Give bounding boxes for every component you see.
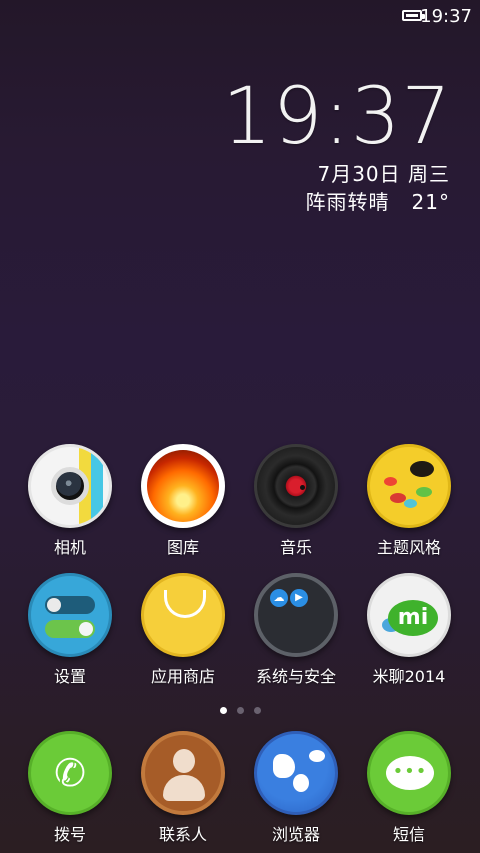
status-time: 19:37 [420, 6, 472, 27]
app-label: 应用商店 [150, 667, 215, 686]
app-store[interactable]: 应用商店 [128, 573, 238, 687]
app-label: 音乐 [279, 538, 312, 557]
sms-icon: ••• [367, 731, 451, 815]
app-theme[interactable]: 主题风格 [354, 444, 464, 558]
store-icon [141, 573, 225, 657]
phone-icon: ✆ [28, 731, 112, 815]
app-label: 相机 [53, 538, 86, 557]
page-indicator [0, 699, 480, 718]
app-gallery[interactable]: 图库 [128, 444, 238, 558]
security-folder-icon: ☁ ▶ [254, 573, 338, 657]
app-label: 拨号 [53, 825, 86, 844]
gallery-icon [141, 444, 225, 528]
contacts-icon [141, 731, 225, 815]
app-label: 图库 [166, 538, 199, 557]
weather-condition: 阵雨转晴 [305, 190, 390, 214]
theme-icon [367, 444, 451, 528]
camera-icon [28, 444, 112, 528]
status-bar: 19:37 [0, 0, 480, 34]
dock-phone[interactable]: ✆ 拨号 [15, 731, 125, 845]
dock-contacts[interactable]: 联系人 [128, 731, 238, 845]
dock-browser[interactable]: 浏览器 [241, 731, 351, 845]
app-miliao[interactable]: mi 米聊2014 [354, 573, 464, 687]
page-dot[interactable] [236, 707, 244, 714]
miliao-icon: mi [367, 573, 451, 657]
music-icon [254, 444, 338, 528]
folder-security[interactable]: ☁ ▶ 系统与安全 [241, 573, 351, 687]
app-music[interactable]: 音乐 [241, 444, 351, 558]
app-settings[interactable]: 设置 [15, 573, 125, 687]
weather-temperature: 21° [411, 190, 450, 214]
app-label: 系统与安全 [255, 667, 336, 686]
app-camera[interactable]: 相机 [15, 444, 125, 558]
clock-date: 7月30日 周三 [317, 162, 450, 186]
page-dot-active[interactable] [219, 707, 227, 714]
page-dot[interactable] [253, 707, 261, 714]
settings-icon [28, 573, 112, 657]
clock-time[interactable]: 19:37 [222, 72, 452, 162]
app-label: 浏览器 [271, 825, 320, 844]
app-label: 设置 [53, 667, 86, 686]
app-label: 米聊2014 [372, 667, 446, 686]
app-label: 主题风格 [376, 538, 441, 557]
clock-weather: 阵雨转晴 21° [305, 186, 450, 215]
battery-icon [402, 10, 425, 21]
app-label: 联系人 [158, 825, 207, 844]
dock-sms[interactable]: ••• 短信 [354, 731, 464, 845]
app-label: 短信 [392, 825, 425, 844]
browser-icon [254, 731, 338, 815]
